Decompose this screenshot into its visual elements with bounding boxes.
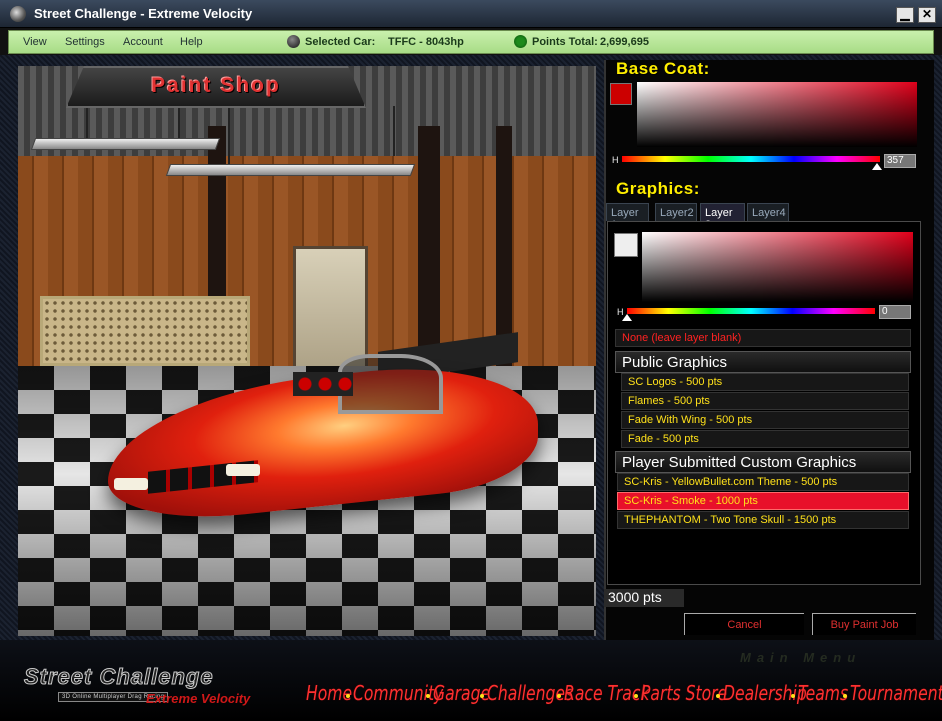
list-item[interactable]: SC-Kris - YellowBullet.com Theme - 500 p… bbox=[617, 473, 909, 491]
nav-teams[interactable]: Teams bbox=[798, 681, 848, 705]
app-icon bbox=[10, 6, 26, 22]
cost-display: 3000 pts bbox=[604, 589, 684, 607]
graphics-color-picker[interactable] bbox=[642, 232, 913, 302]
list-item[interactable]: Flames - 500 pts bbox=[621, 392, 909, 410]
selected-car-value: TFFC - 8043hp bbox=[388, 36, 464, 48]
graphics-hue-thumb[interactable] bbox=[622, 314, 632, 321]
title-bar: Street Challenge - Extreme Velocity ▁ ✕ bbox=[0, 0, 942, 28]
graphics-title: Graphics: bbox=[616, 179, 700, 198]
paint-shop-title: Paint Shop bbox=[151, 74, 281, 97]
graphics-hue-input[interactable]: 0 bbox=[879, 305, 911, 319]
list-item-none[interactable]: None (leave layer blank) bbox=[615, 329, 911, 347]
base-coat-hue-thumb[interactable] bbox=[872, 163, 883, 170]
support-beam bbox=[496, 126, 512, 366]
menu-help[interactable]: Help bbox=[180, 36, 203, 48]
close-button[interactable]: ✕ bbox=[918, 7, 936, 23]
paint-shop-banner: Paint Shop bbox=[66, 66, 366, 108]
buy-paint-job-button[interactable]: Buy Paint Job bbox=[812, 613, 916, 635]
ceiling-lamp bbox=[165, 164, 416, 176]
street-challenge-logo[interactable]: Street Challenge 3D Online Multiplayer D… bbox=[18, 664, 278, 712]
cancel-button[interactable]: Cancel bbox=[684, 613, 804, 635]
list-item[interactable]: SC Logos - 500 pts bbox=[621, 373, 909, 391]
points-icon bbox=[514, 35, 527, 48]
window-title: Street Challenge - Extreme Velocity bbox=[34, 6, 253, 21]
nav-parts-store[interactable]: Parts Store bbox=[641, 681, 727, 705]
base-coat-hue-label: H bbox=[612, 155, 619, 165]
base-coat-hue-input[interactable]: 357 bbox=[884, 154, 916, 168]
nav-tournaments[interactable]: Tournaments bbox=[850, 681, 942, 705]
garage-scene bbox=[18, 66, 596, 636]
nav-community[interactable]: Community bbox=[353, 681, 443, 705]
logo-subtitle: Extreme Velocity bbox=[146, 691, 251, 706]
nav-home[interactable]: Home bbox=[306, 681, 352, 705]
menu-account[interactable]: Account bbox=[123, 36, 163, 48]
list-item[interactable]: THEPHANTOM - Two Tone Skull - 1500 pts bbox=[617, 511, 909, 529]
graphics-list: None (leave layer blank) Public Graphics… bbox=[615, 327, 913, 577]
tab-layer-3[interactable]: Layer 3 bbox=[700, 203, 745, 231]
base-coat-color-picker[interactable] bbox=[637, 82, 917, 147]
helmet-icon bbox=[287, 35, 300, 48]
nav-dealership[interactable]: Dealership bbox=[723, 681, 807, 705]
player-graphics-header: Player Submitted Custom Graphics bbox=[615, 451, 911, 473]
funny-car-preview[interactable] bbox=[108, 332, 548, 536]
ceiling-lamp bbox=[30, 138, 221, 150]
minimize-button[interactable]: ▁ bbox=[896, 7, 914, 23]
selected-car-label: Selected Car: bbox=[305, 36, 376, 48]
tab-layer-1[interactable]: Layer 1 bbox=[606, 203, 649, 231]
logo-main-text: Street Challenge bbox=[24, 664, 214, 690]
tab-layer-4[interactable]: Layer4 bbox=[747, 203, 789, 221]
list-item-selected[interactable]: SC-Kris - Smoke - 1000 pts bbox=[617, 492, 909, 510]
menu-view[interactable]: View bbox=[23, 36, 47, 48]
list-item[interactable]: Fade - 500 pts bbox=[621, 430, 909, 448]
nav-race-track[interactable]: Race Track bbox=[564, 681, 649, 705]
graphics-swatch bbox=[614, 233, 638, 257]
main-menu-label: Main Menu bbox=[740, 650, 862, 665]
base-coat-hue-slider[interactable] bbox=[622, 156, 880, 162]
base-coat-title: Base Coat: bbox=[616, 59, 710, 78]
public-graphics-header: Public Graphics bbox=[615, 351, 911, 373]
points-value: 2,699,695 bbox=[600, 36, 649, 48]
menu-bar: View Settings Account Help Selected Car:… bbox=[8, 30, 934, 54]
menu-settings[interactable]: Settings bbox=[65, 36, 105, 48]
nav-garage[interactable]: Garage bbox=[433, 681, 490, 705]
points-label: Points Total: bbox=[532, 36, 598, 48]
nav-challenges[interactable]: Challenges bbox=[487, 681, 573, 705]
list-item[interactable]: Fade With Wing - 500 pts bbox=[621, 411, 909, 429]
base-coat-swatch bbox=[610, 83, 632, 105]
graphics-hue-slider[interactable] bbox=[627, 308, 875, 314]
tab-layer-2[interactable]: Layer2 bbox=[655, 203, 697, 221]
